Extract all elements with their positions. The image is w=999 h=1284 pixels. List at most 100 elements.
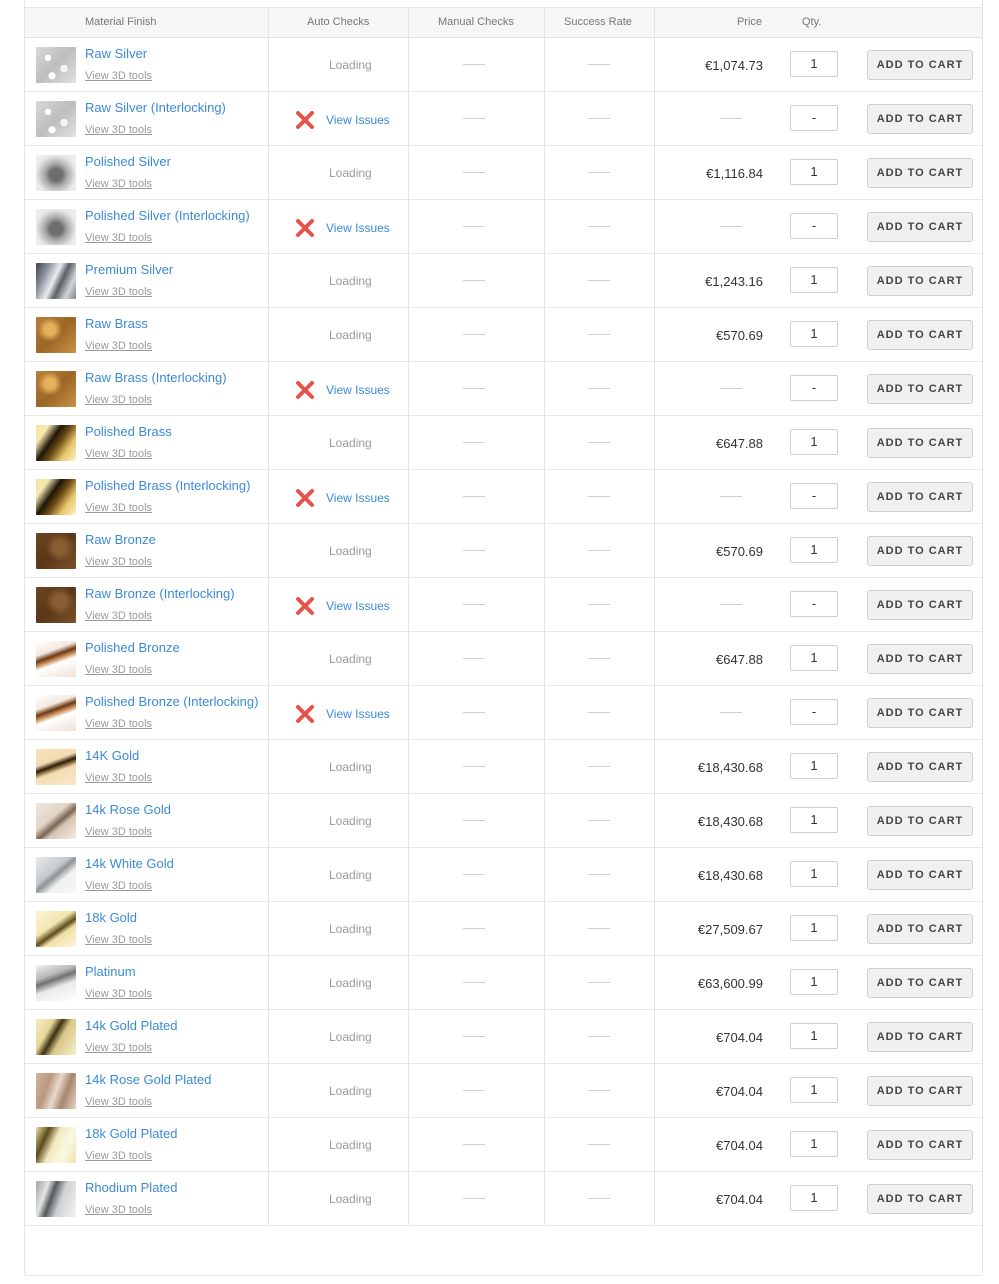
view-3d-tools-link[interactable]: View 3D tools — [85, 772, 152, 784]
view-3d-tools-link[interactable]: View 3D tools — [85, 394, 152, 406]
material-name-link[interactable]: 14k Rose Gold — [85, 802, 171, 817]
quantity-input[interactable]: 1 — [790, 1077, 838, 1103]
table-row: 14k White Gold View 3D tools Loading €18,43… — [25, 848, 982, 902]
quantity-input[interactable]: - — [790, 375, 838, 401]
material-name-link[interactable]: Premium Silver — [85, 262, 173, 277]
add-to-cart-button[interactable]: ADD TO CART — [867, 104, 973, 134]
add-to-cart-button[interactable]: ADD TO CART — [867, 482, 973, 512]
view-issues-link[interactable]: View Issues — [326, 113, 390, 127]
quantity-input[interactable]: - — [790, 483, 838, 509]
view-issues-link[interactable]: View Issues — [326, 491, 390, 505]
quantity-input[interactable]: 1 — [790, 159, 838, 185]
quantity-input[interactable]: 1 — [790, 969, 838, 995]
add-to-cart-button[interactable]: ADD TO CART — [867, 212, 973, 242]
material-name-link[interactable]: Raw Bronze (Interlocking) — [85, 586, 235, 601]
add-to-cart-button[interactable]: ADD TO CART — [867, 428, 973, 458]
view-issues-link[interactable]: View Issues — [326, 221, 390, 235]
view-3d-tools-link[interactable]: View 3D tools — [85, 988, 152, 1000]
quantity-input[interactable]: 1 — [790, 915, 838, 941]
view-issues-link[interactable]: View Issues — [326, 707, 390, 721]
material-name-link[interactable]: Raw Bronze — [85, 532, 156, 547]
add-to-cart-button[interactable]: ADD TO CART — [867, 374, 973, 404]
success-rate-empty — [588, 1144, 610, 1145]
material-name-link[interactable]: 18k Gold — [85, 910, 137, 925]
quantity-input[interactable]: - — [790, 213, 838, 239]
material-name-link[interactable]: Raw Silver (Interlocking) — [85, 100, 226, 115]
add-to-cart-button[interactable]: ADD TO CART — [867, 860, 973, 890]
add-to-cart-button[interactable]: ADD TO CART — [867, 644, 973, 674]
view-3d-tools-link[interactable]: View 3D tools — [85, 70, 152, 82]
material-name-link[interactable]: Raw Silver — [85, 46, 147, 61]
material-name-link[interactable]: Rhodium Plated — [85, 1180, 178, 1195]
add-to-cart-button[interactable]: ADD TO CART — [867, 1022, 973, 1052]
view-3d-tools-link[interactable]: View 3D tools — [85, 502, 152, 514]
quantity-input[interactable]: 1 — [790, 429, 838, 455]
material-name-link[interactable]: Raw Brass — [85, 316, 148, 331]
view-3d-tools-link[interactable]: View 3D tools — [85, 232, 152, 244]
material-name-link[interactable]: Polished Brass (Interlocking) — [85, 478, 250, 493]
manual-checks-empty — [463, 442, 485, 443]
material-name-link[interactable]: Polished Silver (Interlocking) — [85, 208, 250, 223]
add-to-cart-button[interactable]: ADD TO CART — [867, 158, 973, 188]
price-value: €18,430.68 — [697, 868, 763, 883]
quantity-input[interactable]: - — [790, 699, 838, 725]
view-3d-tools-link[interactable]: View 3D tools — [85, 1096, 152, 1108]
quantity-input[interactable]: 1 — [790, 1023, 838, 1049]
material-name-link[interactable]: 14k Rose Gold Plated — [85, 1072, 211, 1087]
add-to-cart-button[interactable]: ADD TO CART — [867, 752, 973, 782]
quantity-input[interactable]: 1 — [790, 753, 838, 779]
view-3d-tools-link[interactable]: View 3D tools — [85, 286, 152, 298]
view-3d-tools-link[interactable]: View 3D tools — [85, 124, 152, 136]
add-to-cart-button[interactable]: ADD TO CART — [867, 968, 973, 998]
quantity-input[interactable]: 1 — [790, 537, 838, 563]
view-3d-tools-link[interactable]: View 3D tools — [85, 1150, 152, 1162]
add-to-cart-button[interactable]: ADD TO CART — [867, 50, 973, 80]
view-issues-link[interactable]: View Issues — [326, 383, 390, 397]
quantity-input[interactable]: 1 — [790, 51, 838, 77]
quantity-input[interactable]: - — [790, 591, 838, 617]
material-name-link[interactable]: Polished Bronze — [85, 640, 180, 655]
view-3d-tools-link[interactable]: View 3D tools — [85, 664, 152, 676]
view-3d-tools-link[interactable]: View 3D tools — [85, 934, 152, 946]
view-3d-tools-link[interactable]: View 3D tools — [85, 880, 152, 892]
quantity-input[interactable]: - — [790, 105, 838, 131]
quantity-input[interactable]: 1 — [790, 267, 838, 293]
view-3d-tools-link[interactable]: View 3D tools — [85, 1042, 152, 1054]
add-to-cart-button[interactable]: ADD TO CART — [867, 320, 973, 350]
add-to-cart-button[interactable]: ADD TO CART — [867, 914, 973, 944]
add-to-cart-button[interactable]: ADD TO CART — [867, 266, 973, 296]
add-to-cart-button[interactable]: ADD TO CART — [867, 806, 973, 836]
success-rate-empty — [588, 820, 610, 821]
material-thumbnail — [36, 857, 76, 893]
view-3d-tools-link[interactable]: View 3D tools — [85, 610, 152, 622]
material-name-link[interactable]: Polished Brass — [85, 424, 172, 439]
material-name-link[interactable]: Raw Brass (Interlocking) — [85, 370, 227, 385]
view-issues-link[interactable]: View Issues — [326, 599, 390, 613]
add-to-cart-button[interactable]: ADD TO CART — [867, 536, 973, 566]
quantity-input[interactable]: 1 — [790, 1185, 838, 1211]
view-3d-tools-link[interactable]: View 3D tools — [85, 826, 152, 838]
add-to-cart-button[interactable]: ADD TO CART — [867, 698, 973, 728]
material-name-link[interactable]: Polished Bronze (Interlocking) — [85, 694, 258, 709]
material-name-link[interactable]: Platinum — [85, 964, 136, 979]
view-3d-tools-link[interactable]: View 3D tools — [85, 556, 152, 568]
add-to-cart-button[interactable]: ADD TO CART — [867, 1184, 973, 1214]
add-to-cart-button[interactable]: ADD TO CART — [867, 590, 973, 620]
add-to-cart-button[interactable]: ADD TO CART — [867, 1076, 973, 1106]
quantity-input[interactable]: 1 — [790, 1131, 838, 1157]
quantity-input[interactable]: 1 — [790, 861, 838, 887]
material-name-link[interactable]: 14k White Gold — [85, 856, 174, 871]
view-3d-tools-link[interactable]: View 3D tools — [85, 1204, 152, 1216]
view-3d-tools-link[interactable]: View 3D tools — [85, 178, 152, 190]
material-name-link[interactable]: 18k Gold Plated — [85, 1126, 178, 1141]
material-name-link[interactable]: 14K Gold — [85, 748, 139, 763]
quantity-input[interactable]: 1 — [790, 321, 838, 347]
quantity-input[interactable]: 1 — [790, 645, 838, 671]
add-to-cart-button[interactable]: ADD TO CART — [867, 1130, 973, 1160]
material-name-link[interactable]: 14k Gold Plated — [85, 1018, 178, 1033]
view-3d-tools-link[interactable]: View 3D tools — [85, 718, 152, 730]
material-name-link[interactable]: Polished Silver — [85, 154, 171, 169]
view-3d-tools-link[interactable]: View 3D tools — [85, 448, 152, 460]
view-3d-tools-link[interactable]: View 3D tools — [85, 340, 152, 352]
quantity-input[interactable]: 1 — [790, 807, 838, 833]
